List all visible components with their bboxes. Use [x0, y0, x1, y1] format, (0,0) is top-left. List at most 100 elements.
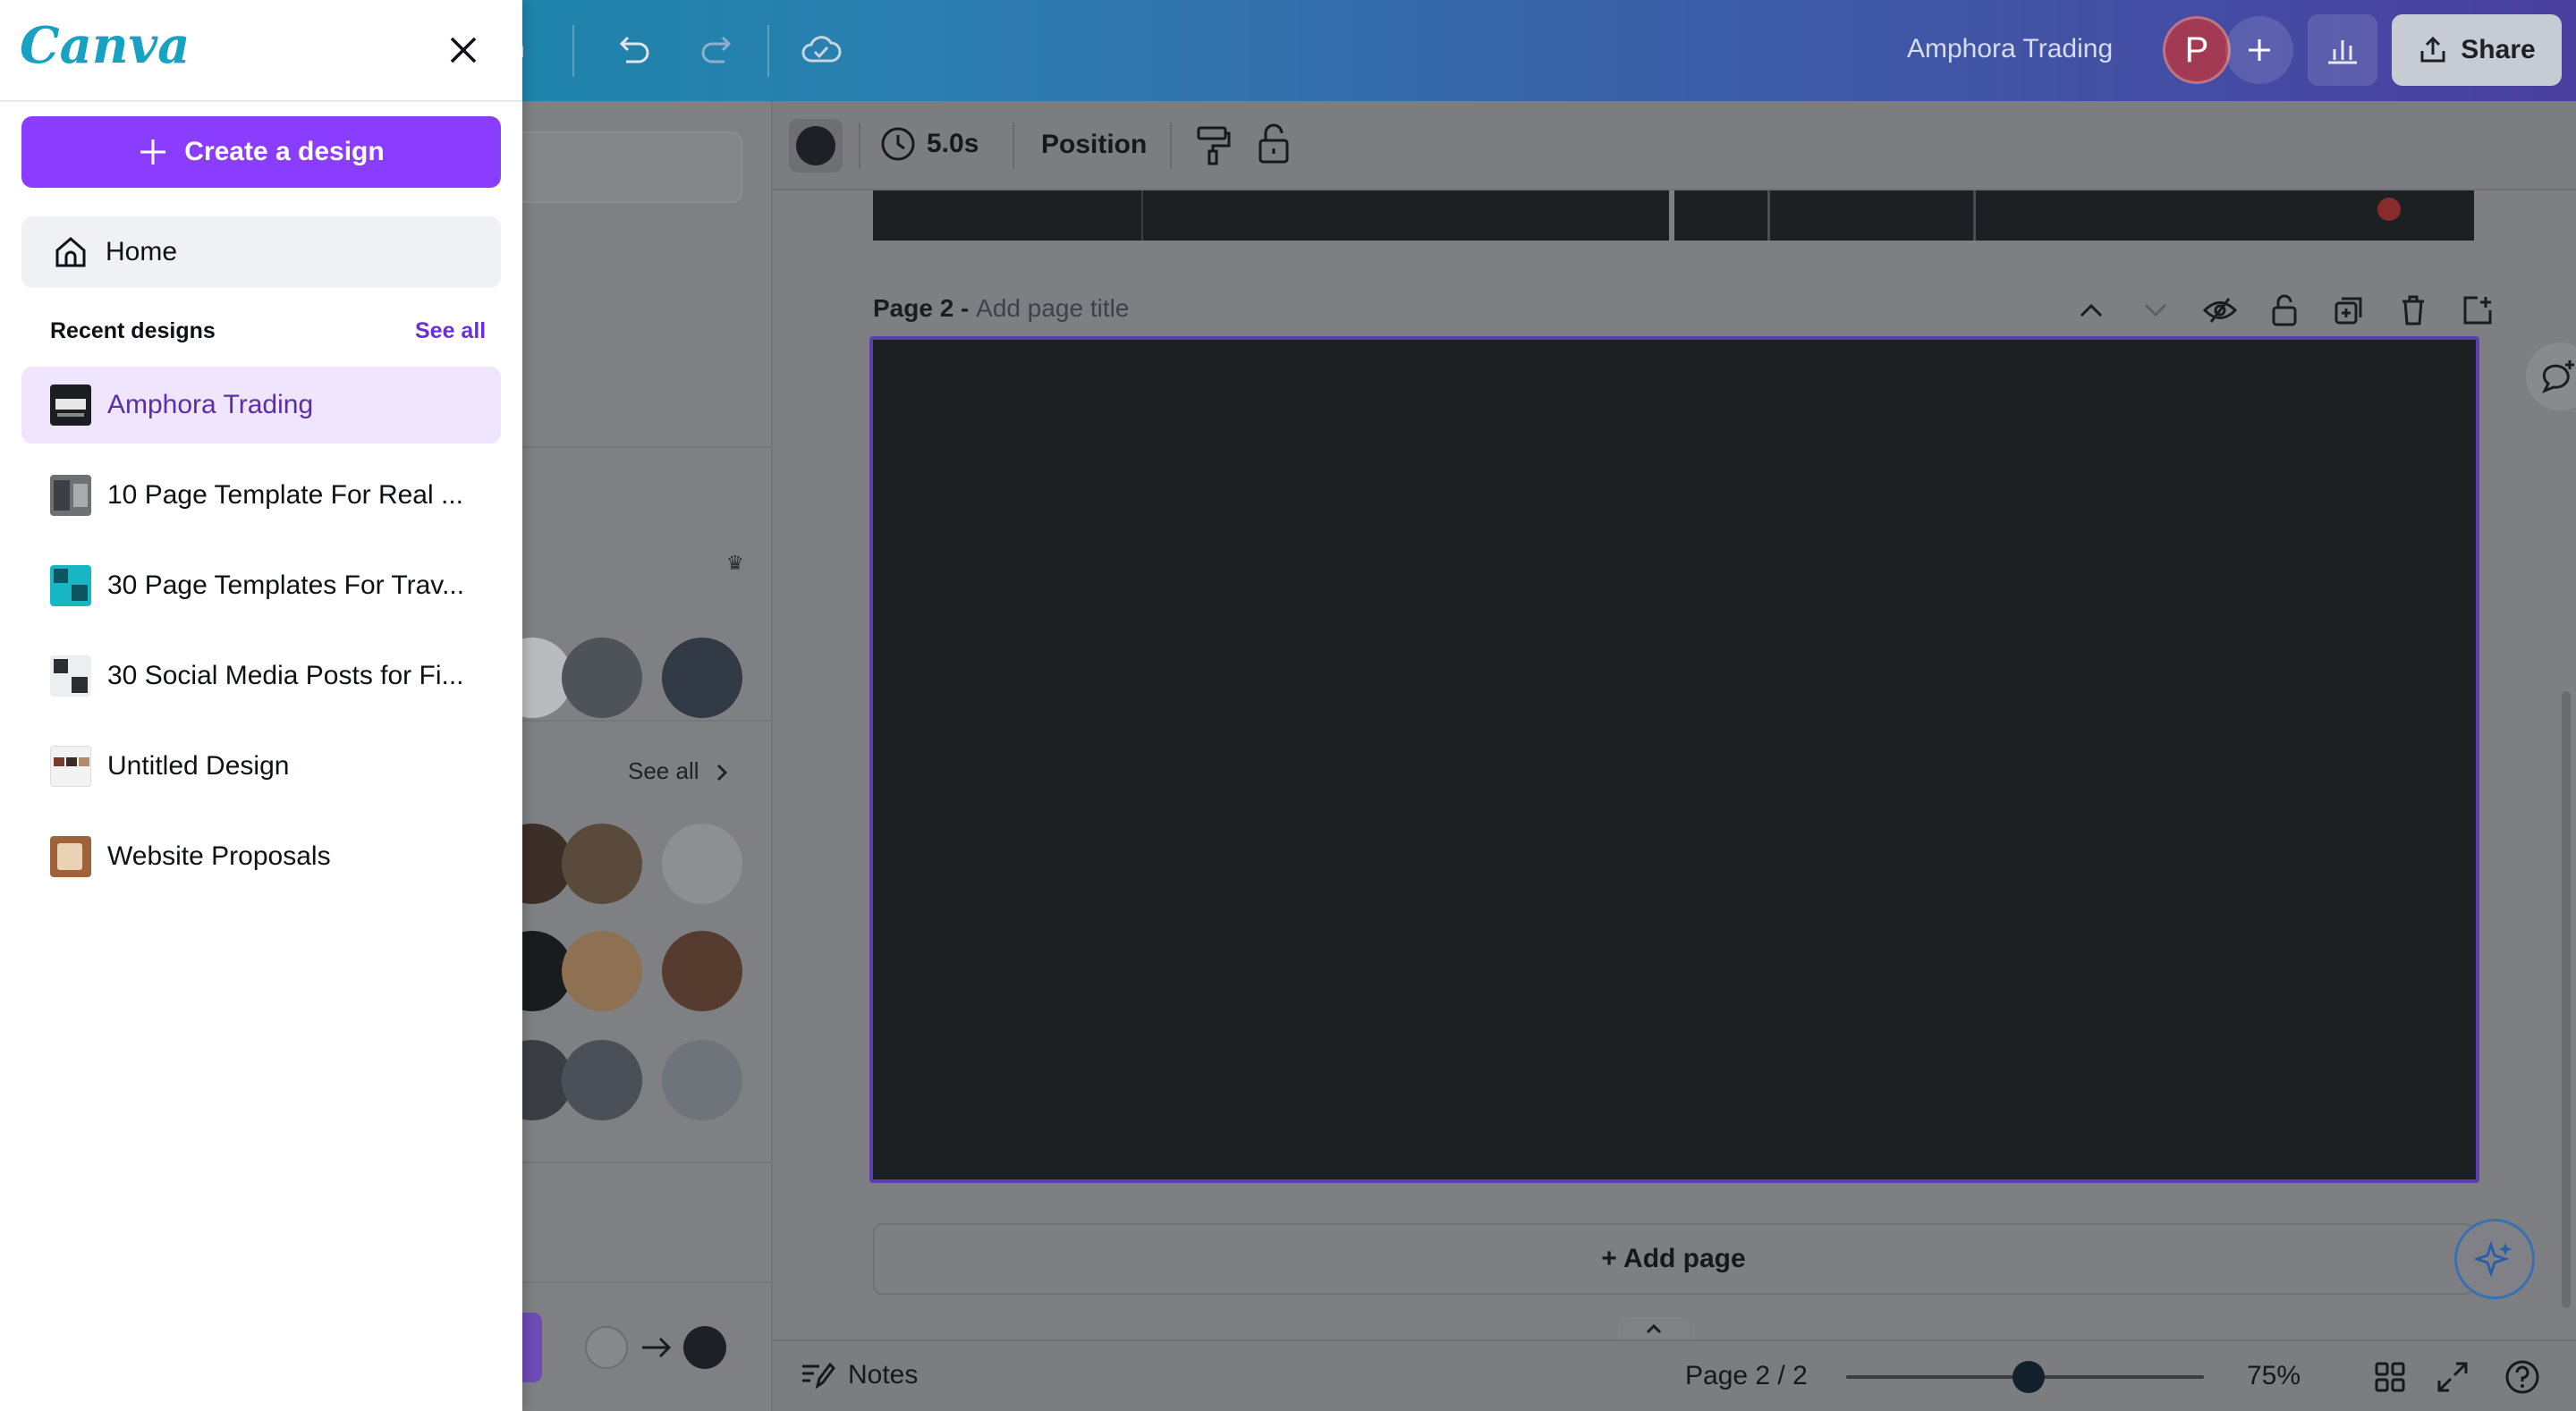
vertical-scrollbar[interactable]: [2562, 691, 2571, 1308]
hide-page-icon[interactable]: [2188, 291, 2252, 330]
toolbar-divider: [572, 25, 574, 77]
unlock-icon[interactable]: [1256, 123, 1292, 167]
canva-logo[interactable]: Canva: [20, 16, 190, 75]
toolbar-divider: [1013, 123, 1014, 169]
undo-icon[interactable]: [608, 27, 658, 73]
toolbar-divider: [859, 123, 860, 169]
color-swatch[interactable]: [562, 824, 642, 904]
toolbar-divider: [767, 25, 769, 77]
share-label: Share: [2461, 35, 2536, 64]
recent-design-label: 30 Page Templates For Trav...: [107, 570, 465, 600]
zoom-slider-knob[interactable]: [2012, 1361, 2045, 1393]
add-comment-button[interactable]: [2526, 342, 2576, 410]
duration-button[interactable]: 5.0s: [880, 126, 979, 162]
fullscreen-icon[interactable]: [2436, 1361, 2469, 1393]
page-1-bottom-edge[interactable]: [873, 190, 2474, 241]
delete-page-icon[interactable]: [2381, 291, 2445, 330]
color-swatch[interactable]: [562, 1040, 642, 1120]
image-detail: [1141, 190, 1143, 241]
close-icon[interactable]: [435, 21, 492, 79]
magic-assistant-button[interactable]: [2454, 1219, 2535, 1299]
chevron-right-icon: [716, 765, 727, 782]
recent-see-all-link[interactable]: See all: [415, 318, 486, 344]
from-color-swatch: [585, 1326, 628, 1369]
notes-button[interactable]: Notes: [800, 1359, 918, 1391]
recent-design-item[interactable]: Amphora Trading: [21, 367, 501, 444]
recent-design-item[interactable]: 30 Page Templates For Trav...: [21, 547, 501, 624]
navigation-drawer: Canva Create a design Home Recent design…: [0, 0, 522, 1411]
recent-design-item[interactable]: Untitled Design: [21, 728, 501, 805]
document-title[interactable]: Amphora Trading: [1907, 34, 2113, 64]
share-button[interactable]: Share: [2392, 14, 2562, 86]
comment-icon: [2541, 360, 2574, 393]
color-swatch[interactable]: [562, 638, 642, 718]
context-toolbar: 5.0s Position: [773, 101, 2576, 190]
plus-icon: [140, 139, 166, 165]
image-detail: [1973, 190, 1976, 241]
add-page-icon[interactable]: [2445, 291, 2510, 330]
expand-pages-button[interactable]: [1618, 1317, 1690, 1340]
move-down-icon[interactable]: [2123, 291, 2188, 330]
insights-button[interactable]: [2308, 14, 2377, 86]
panel-divider: [522, 1281, 773, 1283]
move-up-icon[interactable]: [2059, 291, 2123, 330]
page-label: Page 2 -: [873, 294, 977, 322]
zoom-level[interactable]: 75%: [2247, 1361, 2301, 1391]
plus-icon: [2249, 39, 2270, 61]
panel-divider: [522, 720, 773, 722]
image-divider: [1669, 190, 1674, 241]
bottom-bar: Notes Page 2 / 2 75%: [773, 1339, 2576, 1411]
page-indicator[interactable]: Page 2 / 2: [1685, 1361, 1808, 1391]
color-swatch[interactable]: [662, 931, 742, 1011]
user-avatar[interactable]: P: [2163, 16, 2231, 84]
invite-button[interactable]: [2225, 16, 2293, 84]
color-swatch[interactable]: [562, 931, 642, 1011]
recent-design-item[interactable]: 10 Page Template For Real ...: [21, 457, 501, 534]
duplicate-page-icon[interactable]: [2317, 291, 2381, 330]
arrow-right-icon: [642, 1337, 672, 1358]
design-thumbnail: [50, 836, 91, 877]
sparkle-icon: [2475, 1240, 2512, 1278]
image-detail: [1767, 190, 1770, 241]
duration-label: 5.0s: [927, 129, 979, 158]
color-swatch[interactable]: [662, 824, 742, 904]
recent-design-label: 30 Social Media Posts for Fi...: [107, 661, 464, 690]
colors-see-all-link[interactable]: See all: [628, 757, 729, 785]
home-icon: [55, 237, 86, 267]
recent-design-item[interactable]: Website Proposals: [21, 818, 501, 895]
position-button[interactable]: Position: [1041, 130, 1147, 160]
recent-design-label: 10 Page Template For Real ...: [107, 480, 463, 510]
page-2-canvas[interactable]: [869, 336, 2479, 1183]
crown-icon: ♛: [726, 552, 744, 574]
redo-icon[interactable]: [692, 27, 742, 73]
add-page-label: + Add page: [1601, 1244, 1746, 1273]
recent-design-label: Amphora Trading: [107, 390, 314, 419]
grid-view-icon[interactable]: [2374, 1361, 2406, 1393]
panel-search-input[interactable]: [522, 131, 742, 203]
design-thumbnail: [50, 565, 91, 606]
image-detail: [2377, 198, 2401, 221]
see-all-label: See all: [628, 757, 699, 784]
apply-colors-button[interactable]: [522, 1313, 542, 1382]
bar-chart-icon: [2328, 40, 2357, 64]
lock-page-icon[interactable]: [2252, 291, 2317, 330]
page-header: Page 2 - Add page title: [873, 294, 1129, 323]
page-actions: [2059, 291, 2510, 330]
design-thumbnail: [50, 384, 91, 426]
create-design-button[interactable]: Create a design: [21, 116, 501, 188]
recent-design-label: Website Proposals: [107, 841, 331, 871]
background-color-button[interactable]: [789, 119, 843, 173]
cloud-saved-icon[interactable]: [794, 27, 848, 73]
color-swatch[interactable]: [662, 1040, 742, 1120]
help-icon[interactable]: [2504, 1359, 2540, 1395]
recent-design-item[interactable]: 30 Social Media Posts for Fi...: [21, 638, 501, 714]
color-swatch[interactable]: [662, 638, 742, 718]
nav-item-home[interactable]: Home: [21, 216, 501, 288]
toolbar-divider: [1170, 123, 1172, 169]
paint-roller-icon[interactable]: [1193, 124, 1233, 167]
to-color-swatch: [683, 1326, 726, 1369]
design-thumbnail: [50, 475, 91, 516]
add-page-button[interactable]: + Add page: [873, 1223, 2474, 1295]
drawer-divider: [0, 100, 522, 102]
page-title-input[interactable]: Add page title: [976, 294, 1129, 322]
